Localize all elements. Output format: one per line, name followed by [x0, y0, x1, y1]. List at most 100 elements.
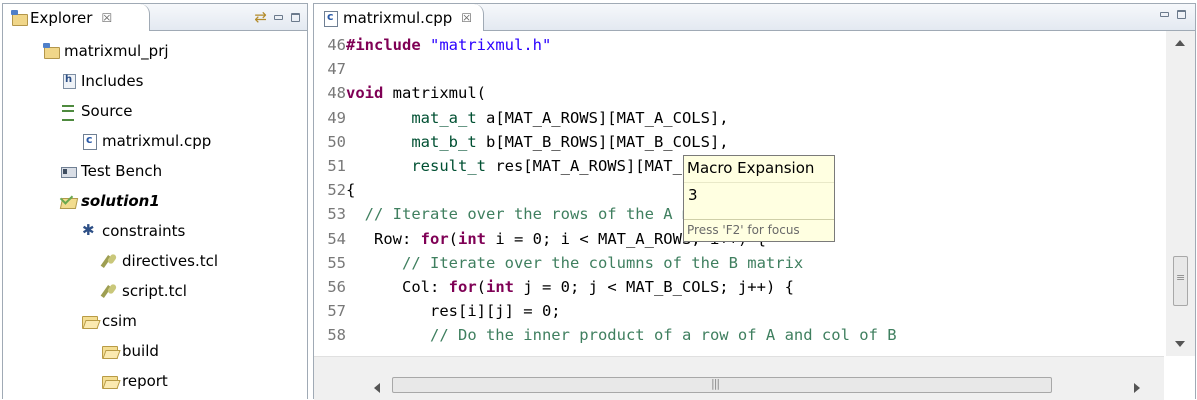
- code-token: {: [346, 181, 356, 200]
- tree-item-label: matrixmul_prj: [64, 42, 169, 60]
- tree-item-includes[interactable]: Includes: [60, 68, 143, 94]
- explorer-icon: [11, 9, 28, 26]
- code-token: mat_b_t: [411, 132, 477, 151]
- code-token: Col:: [346, 278, 449, 296]
- vertical-scroll-thumb[interactable]: [1173, 256, 1188, 306]
- project-icon: [43, 43, 60, 59]
- code-token: // Iterate over the columns of the B mat…: [346, 253, 804, 272]
- code-line: 57 res[i][j] = 0;: [314, 301, 561, 322]
- tree-item-label: report: [122, 372, 168, 390]
- test-bench-icon: [60, 163, 77, 179]
- editor-tabbar: matrixmul.cpp ☒: [314, 4, 1195, 31]
- popup-body: 3: [684, 182, 834, 218]
- popup-footer: Press 'F2' for focus: [684, 219, 834, 241]
- code-token: void: [346, 84, 393, 103]
- line-number: 57: [327, 302, 346, 321]
- macro-value: 3: [688, 186, 698, 204]
- tree-item-label: csim: [102, 312, 137, 330]
- scroll-up-icon[interactable]: [1175, 40, 1185, 46]
- tree-item-matrixmul-prj[interactable]: matrixmul_prj: [43, 38, 169, 64]
- maximize-icon[interactable]: [1176, 9, 1187, 20]
- code-line: 55 // Iterate over the columns of the B …: [314, 253, 803, 274]
- line-number: 48: [327, 84, 346, 103]
- explorer-tab[interactable]: Explorer ☒: [3, 4, 150, 31]
- line-number: 49: [327, 108, 346, 127]
- tcl-file-icon: [101, 283, 117, 299]
- line-number: 56: [327, 278, 346, 296]
- line-number: 50: [327, 132, 346, 151]
- tree-item-solution1[interactable]: solution1: [60, 188, 160, 214]
- line-number: 58: [327, 326, 346, 345]
- code-token: for: [420, 229, 449, 248]
- close-icon[interactable]: ☒: [461, 11, 472, 25]
- code-line: 49 mat_a_t a[MAT_A_ROWS][MAT_A_COLS],: [314, 108, 729, 129]
- tree-item-label: matrixmul.cpp: [102, 132, 212, 150]
- explorer-panel: Explorer ☒ ⇄ matrixmul_prj Includes Source…: [2, 3, 308, 399]
- code-line: 56 Col: for(int j = 0; j < MAT_B_COLS; j…: [314, 277, 794, 298]
- minimize-icon[interactable]: [1159, 9, 1170, 20]
- scroll-down-icon[interactable]: [1175, 341, 1185, 347]
- code-token: int: [486, 278, 514, 296]
- close-icon[interactable]: ☒: [101, 11, 112, 25]
- tree-item-label: directives.tcl: [122, 252, 219, 270]
- horizontal-scrollbar[interactable]: [314, 356, 1164, 400]
- code-token: result_t: [411, 157, 486, 175]
- line-number: 55: [327, 253, 346, 272]
- macro-expansion-popup[interactable]: Macro Expansion 3 Press 'F2' for focus: [683, 155, 835, 242]
- line-number: 51: [327, 157, 346, 175]
- line-number: 46: [327, 36, 346, 54]
- code-token: matrixmul(: [392, 84, 486, 103]
- explorer-tab-label: Explorer: [30, 8, 93, 27]
- tree-item-label: script.tcl: [122, 282, 187, 300]
- tree-item-build[interactable]: build: [101, 338, 159, 364]
- vertical-scrollbar[interactable]: [1166, 31, 1195, 356]
- tree-item-csim[interactable]: csim: [81, 308, 137, 334]
- tree-item-directives-tcl[interactable]: directives.tcl: [101, 248, 218, 274]
- tree-item-label: Source: [81, 102, 133, 120]
- folder-icon: [101, 373, 118, 389]
- editor-tab-label: matrixmul.cpp: [343, 8, 453, 27]
- line-number: 53: [327, 205, 346, 224]
- code-token: res[i][j] = 0;: [346, 302, 561, 321]
- minimize-icon[interactable]: [273, 12, 284, 23]
- code-token: b[MAT_B_ROWS][MAT_B_COLS],: [476, 132, 729, 151]
- tree-item-source[interactable]: Source: [60, 98, 133, 124]
- tree-item-constraints[interactable]: constraints: [81, 218, 185, 244]
- folder-icon: [101, 343, 118, 359]
- explorer-view-controls: ⇄: [254, 8, 301, 26]
- code-token: // Do the inner product of a row of A an…: [346, 326, 897, 345]
- code-line: 58 // Do the inner product of a row of A…: [314, 325, 897, 346]
- cpp-file-icon: [322, 10, 338, 27]
- code-token: "matrixmul.h": [430, 36, 552, 54]
- tree-item-label: constraints: [102, 222, 186, 240]
- scroll-left-icon[interactable]: [374, 383, 380, 393]
- horizontal-scroll-thumb[interactable]: [392, 377, 1052, 393]
- code-token: mat_a_t: [411, 108, 477, 127]
- tree-item-test-bench[interactable]: Test Bench: [60, 158, 162, 184]
- tree-item-matrixmul-cpp[interactable]: matrixmul.cpp: [81, 128, 211, 154]
- popup-title: Macro Expansion: [687, 159, 815, 177]
- tree-item-report[interactable]: report: [101, 368, 168, 394]
- code-token: Row:: [346, 229, 421, 248]
- code-token: // Iterate over the rows of the A matrix: [346, 205, 738, 224]
- code-token: int: [458, 229, 486, 248]
- line-number: 54: [327, 229, 346, 248]
- explorer-tabbar: Explorer ☒ ⇄: [3, 4, 307, 31]
- code-token: j = 0; j < MAT_B_COLS; j++) {: [514, 278, 794, 296]
- line-number: 52: [327, 181, 346, 200]
- includes-icon: [60, 73, 76, 89]
- code-token: a[MAT_A_ROWS][MAT_A_COLS],: [476, 108, 729, 127]
- code-token: for: [448, 278, 477, 296]
- source-icon: [60, 103, 76, 121]
- tcl-file-icon: [101, 253, 117, 269]
- maximize-icon[interactable]: [290, 12, 301, 23]
- line-number: 47: [327, 60, 346, 79]
- scroll-right-icon[interactable]: [1134, 383, 1140, 393]
- code-token: (: [476, 278, 486, 296]
- tree-item-script-tcl[interactable]: script.tcl: [101, 278, 187, 304]
- link-with-editor-icon[interactable]: ⇄: [254, 8, 267, 26]
- editor-tab-matrixmul-cpp[interactable]: matrixmul.cpp ☒: [314, 4, 484, 31]
- code-token: (: [448, 229, 458, 248]
